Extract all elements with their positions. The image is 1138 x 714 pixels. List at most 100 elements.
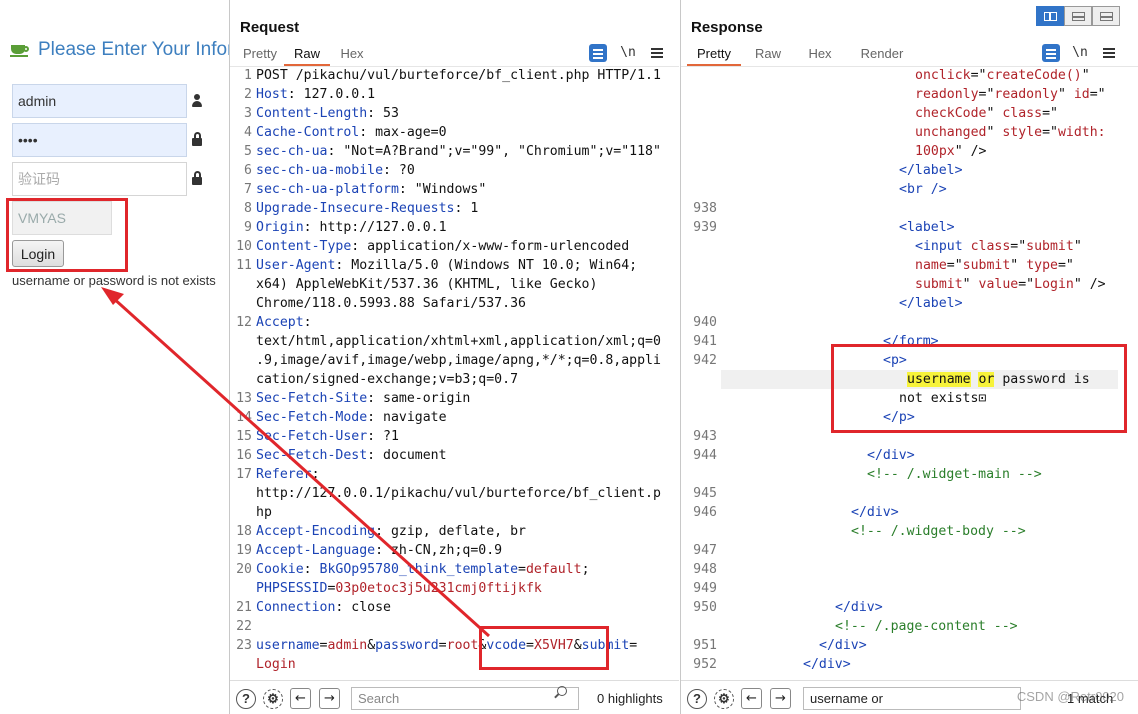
code-token: =" bbox=[1018, 277, 1035, 292]
code-token: Sec-Fetch-Mode bbox=[256, 410, 368, 425]
request-editor[interactable]: 1 POST /pikachu/vul/burteforce/bf_client.… bbox=[230, 66, 679, 680]
help-icon[interactable]: ? bbox=[687, 689, 707, 709]
code-token: sec-ch-ua-platform bbox=[256, 182, 399, 197]
forward-arrow-icon[interactable]: → bbox=[770, 688, 791, 709]
tab-raw[interactable]: Raw bbox=[741, 44, 795, 66]
help-icon[interactable]: ? bbox=[236, 689, 256, 709]
code-token: : bbox=[303, 315, 312, 330]
line-number: 949 bbox=[693, 581, 717, 596]
code-line: Host: 127.0.0.1 bbox=[256, 85, 375, 104]
settings-gear-icon[interactable]: ⚙ bbox=[263, 689, 283, 709]
line-number: 946 bbox=[693, 505, 717, 520]
code-token: : document bbox=[367, 448, 447, 463]
line-number: 22 bbox=[236, 619, 252, 634]
code-line: <label> bbox=[899, 218, 955, 237]
tab-pretty[interactable]: Pretty bbox=[236, 44, 284, 66]
tab-pretty[interactable]: Pretty bbox=[687, 44, 741, 66]
code-line: </label> bbox=[899, 161, 963, 180]
tab-hex[interactable]: Hex bbox=[330, 44, 374, 66]
annotation-box-vcode bbox=[479, 626, 609, 670]
code-token: =" bbox=[1057, 258, 1074, 273]
code-token: BkGOp95780_think_template bbox=[319, 562, 519, 577]
settings-gear-icon[interactable]: ⚙ bbox=[714, 689, 734, 709]
menu-icon[interactable] bbox=[648, 44, 666, 62]
line-number: 951 bbox=[693, 638, 717, 653]
code-token: : 1 bbox=[454, 201, 479, 216]
tab-render[interactable]: Render bbox=[845, 44, 919, 66]
code-token: Upgrade-Insecure-Requests bbox=[256, 201, 455, 216]
code-token: Content-Type bbox=[256, 239, 352, 254]
code-line: Chrome/118.0.5993.88 Safari/537.36 bbox=[256, 294, 526, 313]
forward-arrow-icon[interactable]: → bbox=[319, 688, 340, 709]
code-token: cation/signed-exchange;v=b3;q=0.7 bbox=[256, 372, 519, 387]
code-line: </div> bbox=[835, 598, 883, 617]
code-line: Cache-Control: max-age=0 bbox=[256, 123, 447, 142]
pretty-print-icon[interactable] bbox=[1042, 44, 1060, 62]
code-token: POST /pikachu/vul/burteforce/bf_client.p… bbox=[256, 68, 661, 83]
password-input[interactable]: •••• bbox=[12, 123, 187, 157]
response-tabs: Pretty Raw Hex Render bbox=[687, 44, 919, 66]
code-line: Content-Type: application/x-www-form-url… bbox=[256, 237, 629, 256]
code-token: Login bbox=[256, 657, 296, 672]
tab-raw[interactable]: Raw bbox=[284, 44, 330, 66]
line-number: 6 bbox=[244, 163, 252, 178]
code-token: createCode() bbox=[986, 68, 1082, 83]
user-icon bbox=[191, 94, 203, 108]
back-arrow-icon[interactable]: ← bbox=[290, 688, 311, 709]
code-token: </label> bbox=[899, 296, 963, 311]
layout-switcher bbox=[1036, 6, 1120, 26]
code-token: submit bbox=[915, 277, 963, 292]
line-number: 948 bbox=[693, 562, 717, 577]
captcha-input[interactable]: 验证码 bbox=[12, 162, 187, 196]
code-token: admin bbox=[327, 638, 368, 653]
tab-hex[interactable]: Hex bbox=[795, 44, 845, 66]
code-token: Sec-Fetch-Site bbox=[256, 391, 368, 406]
code-token: <label> bbox=[899, 220, 955, 235]
line-number: 10 bbox=[236, 239, 252, 254]
code-line: <!-- /.widget-main --> bbox=[867, 465, 1042, 484]
code-token: readonly bbox=[994, 87, 1058, 102]
code-line: Sec-Fetch-Dest: document bbox=[256, 446, 447, 465]
search-icon bbox=[557, 686, 567, 696]
code-token: Sec-Fetch-User bbox=[256, 429, 368, 444]
code-token: : http://127.0.0.1 bbox=[303, 220, 447, 235]
code-line: </div> bbox=[819, 636, 867, 655]
code-line: Accept-Language: zh-CN,zh;q=0.9 bbox=[256, 541, 502, 560]
code-line: sec-ch-ua-mobile: ?0 bbox=[256, 161, 415, 180]
annotation-box-captcha bbox=[6, 198, 128, 272]
code-token: type bbox=[1026, 258, 1058, 273]
code-token: <!-- /.page-content --> bbox=[835, 619, 1018, 634]
username-input[interactable]: admin bbox=[12, 84, 187, 118]
response-search-input[interactable]: username or bbox=[803, 687, 1021, 710]
back-arrow-icon[interactable]: ← bbox=[741, 688, 762, 709]
code-token: Referer bbox=[256, 467, 312, 482]
line-number: 938 bbox=[693, 201, 717, 216]
code-token: : ?1 bbox=[367, 429, 399, 444]
newline-toggle[interactable]: \n bbox=[1071, 44, 1089, 62]
line-number: 944 bbox=[693, 448, 717, 463]
layout-stacked-icon[interactable] bbox=[1064, 6, 1092, 26]
line-number: 3 bbox=[244, 106, 252, 121]
code-line: Origin: http://127.0.0.1 bbox=[256, 218, 447, 237]
code-token: sec-ch-ua-mobile bbox=[256, 163, 384, 178]
code-token: </div> bbox=[851, 505, 899, 520]
code-token: " bbox=[1081, 68, 1090, 83]
code-token: " bbox=[1010, 258, 1027, 273]
highlights-count: 0 highlights bbox=[597, 691, 663, 706]
code-line: .9,image/avif,image/webp,image/apng,*/*;… bbox=[256, 351, 661, 370]
newline-toggle[interactable]: \n bbox=[619, 44, 637, 62]
menu-icon[interactable] bbox=[1100, 44, 1118, 62]
line-number: 17 bbox=[236, 467, 252, 482]
code-token: =" bbox=[1089, 87, 1106, 102]
code-line: Connection: close bbox=[256, 598, 391, 617]
code-line: </div> bbox=[867, 446, 915, 465]
layout-side-by-side-icon[interactable] bbox=[1036, 6, 1064, 26]
code-token: : gzip, deflate, br bbox=[375, 524, 526, 539]
line-number: 945 bbox=[693, 486, 717, 501]
request-search-input[interactable]: Search bbox=[351, 687, 579, 710]
layout-tabs-icon[interactable] bbox=[1092, 6, 1120, 26]
code-token: " bbox=[1057, 87, 1074, 102]
code-token: submit bbox=[1026, 239, 1074, 254]
code-token: id bbox=[1073, 87, 1090, 102]
pretty-print-icon[interactable] bbox=[589, 44, 607, 62]
